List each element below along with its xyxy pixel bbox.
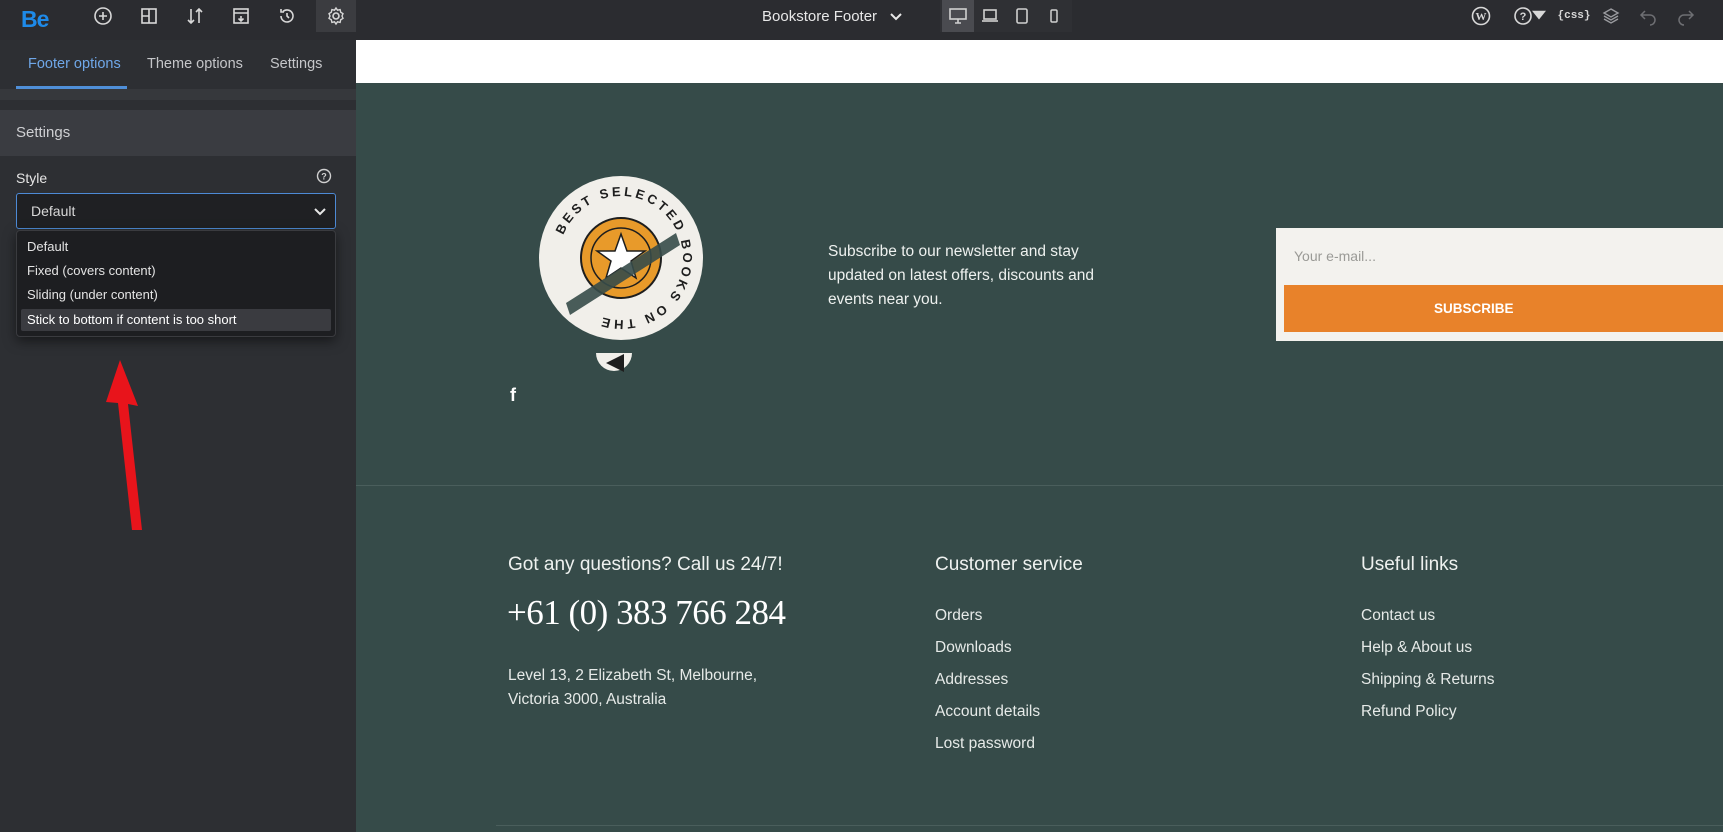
footer-link-account-details[interactable]: Account details — [935, 702, 1040, 734]
top-toolbar: Be Bookstore Footer W ? {css} — [0, 0, 1723, 40]
customer-service-links: Orders Downloads Addresses Account detai… — [935, 606, 1040, 766]
subscribe-button[interactable]: SUBSCRIBE — [1284, 285, 1723, 332]
help-circle-icon[interactable]: ? — [316, 168, 332, 184]
page-content-area — [356, 40, 1723, 83]
dropdown-option-stick-to-bottom[interactable]: Stick to bottom if content is too short — [21, 309, 331, 331]
dropdown-option-fixed[interactable]: Fixed (covers content) — [21, 260, 331, 282]
subscribe-button-label: SUBSCRIBE — [1434, 301, 1514, 316]
style-label: Style — [16, 170, 48, 186]
tabs-divider — [0, 89, 356, 100]
bookstore-badge-logo: BEST SELECTED BOOKS ON THE — [539, 176, 703, 372]
footer-link-shipping-returns[interactable]: Shipping & Returns — [1361, 670, 1495, 702]
svg-text:W: W — [1476, 11, 1487, 23]
facebook-icon[interactable]: f — [510, 385, 516, 406]
dropdown-option-sliding[interactable]: Sliding (under content) — [21, 284, 331, 306]
tablet-icon[interactable] — [1006, 0, 1038, 32]
help-dropdown-chevron-icon[interactable] — [1532, 0, 1546, 32]
svg-text:?: ? — [1520, 11, 1527, 23]
page-title[interactable]: Bookstore Footer — [762, 8, 877, 25]
address-line-2: Victoria 3000, Australia — [508, 691, 667, 708]
layers-icon[interactable] — [1595, 0, 1627, 32]
footer-divider — [356, 485, 1723, 486]
sort-icon[interactable] — [179, 0, 211, 32]
template-icon[interactable] — [225, 0, 257, 32]
builder-logo[interactable]: Be — [21, 6, 49, 33]
useful-links-heading: Useful links — [1361, 554, 1459, 575]
desktop-icon[interactable] — [942, 0, 974, 32]
chevron-down-icon — [313, 203, 327, 222]
section-title: Settings — [16, 124, 71, 141]
footer-bottom-divider — [496, 825, 1723, 826]
footer-link-refund-policy[interactable]: Refund Policy — [1361, 702, 1495, 734]
css-icon-label: {css} — [1557, 10, 1591, 22]
tab-footer-options[interactable]: Footer options — [28, 56, 121, 72]
style-select-value: Default — [31, 203, 76, 219]
history-icon[interactable] — [271, 0, 303, 32]
tab-theme-options[interactable]: Theme options — [147, 56, 243, 72]
footer-link-addresses[interactable]: Addresses — [935, 670, 1040, 702]
email-input[interactable]: Your e-mail... — [1294, 248, 1376, 264]
annotation-arrow-icon — [106, 360, 142, 530]
add-icon[interactable] — [87, 0, 119, 32]
preview-canvas: BEST SELECTED BOOKS ON THE f Subscribe t… — [356, 40, 1723, 832]
settings-section-header[interactable]: Settings — [0, 110, 356, 156]
footer-link-orders[interactable]: Orders — [935, 606, 1040, 638]
address-line-1: Level 13, 2 Elizabeth St, Melbourne, — [508, 667, 758, 684]
sidebar-tabs: Footer options Theme options Settings — [0, 40, 356, 89]
footer-link-lost-password[interactable]: Lost password — [935, 734, 1040, 766]
options-sidebar: Footer options Theme options Settings Se… — [0, 40, 356, 832]
newsletter-text: Subscribe to our newsletter and stay upd… — [828, 243, 1094, 308]
laptop-icon[interactable] — [974, 0, 1006, 32]
useful-links-list: Contact us Help & About us Shipping & Re… — [1361, 606, 1495, 734]
address: Level 13, 2 Elizabeth St, Melbourne, Vic… — [508, 664, 788, 712]
footer-link-help-about[interactable]: Help & About us — [1361, 638, 1495, 670]
mobile-icon[interactable] — [1038, 0, 1070, 32]
chevron-down-icon[interactable] — [889, 9, 903, 28]
dropdown-option-default[interactable]: Default — [21, 236, 331, 258]
wordpress-icon[interactable]: W — [1465, 0, 1497, 32]
redo-icon[interactable] — [1670, 0, 1702, 32]
gear-icon[interactable] — [316, 0, 356, 32]
footer-link-contact-us[interactable]: Contact us — [1361, 606, 1495, 638]
style-dropdown-menu: Default Fixed (covers content) Sliding (… — [16, 230, 336, 337]
device-switcher — [940, 0, 1072, 32]
undo-icon[interactable] — [1632, 0, 1664, 32]
svg-text:?: ? — [321, 172, 327, 182]
contact-heading: Got any questions? Call us 24/7! — [508, 554, 783, 575]
style-select[interactable]: Default — [16, 193, 336, 229]
phone-number[interactable]: +61 (0) 383 766 284 — [507, 593, 786, 633]
footer-link-downloads[interactable]: Downloads — [935, 638, 1040, 670]
customer-service-heading: Customer service — [935, 554, 1083, 575]
layout-icon[interactable] — [133, 0, 165, 32]
tab-settings[interactable]: Settings — [270, 56, 322, 72]
css-icon[interactable]: {css} — [1557, 0, 1591, 32]
